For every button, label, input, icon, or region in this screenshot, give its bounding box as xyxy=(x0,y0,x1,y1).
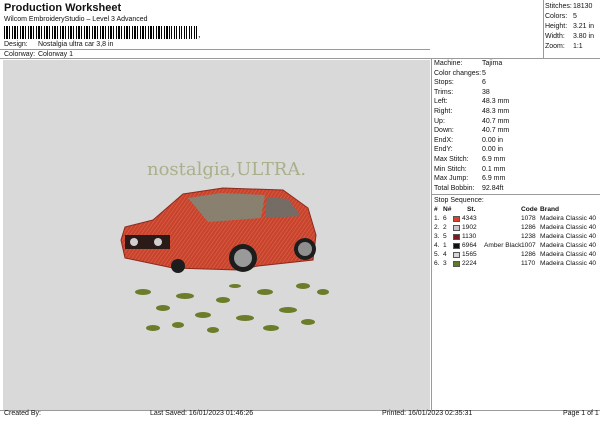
software-subtitle: Wilcom EmbroideryStudio – Level 3 Advanc… xyxy=(4,16,148,23)
machine-specs: Machine: Tajima Color changes:5 Stops: 6 T… xyxy=(434,59,600,193)
spec-row: EndX: 0.00 in xyxy=(434,136,504,144)
design-row: Design: Nostalgia ultra car 3,8 in xyxy=(4,41,113,48)
stop-sequence-header: # N# St. Code Brand xyxy=(434,206,560,213)
spec-row: Machine: Tajima xyxy=(434,60,503,67)
colorway-value: Colorway 1 xyxy=(37,51,73,58)
table-row: 1. 6 4343 1078 Madeira Classic 40 xyxy=(434,215,597,222)
color-swatch xyxy=(453,233,460,240)
table-row: 6. 3 2224 1170 Madeira Classic 40 xyxy=(434,260,597,267)
stat-colors: Colors: 5 xyxy=(545,13,577,20)
car-illustration xyxy=(120,187,317,273)
barcode-suffix: , xyxy=(198,29,201,39)
divider xyxy=(431,58,432,410)
design-preview: nostalgia,ULTRA. xyxy=(3,60,430,410)
colorway-label: Colorway: xyxy=(4,51,36,58)
embroidery-preview-art: nostalgia,ULTRA. xyxy=(120,159,329,333)
spec-row: EndY: 0.00 in xyxy=(434,146,504,154)
spec-row: Right: 48.3 mm xyxy=(434,107,510,115)
stat-height: Height: 3.21 in xyxy=(545,23,594,30)
barcode xyxy=(4,26,170,39)
spec-row: Down: 40.7 mm xyxy=(434,127,510,135)
spec-row: Up: 40.7 mm xyxy=(434,117,510,125)
spec-row: Trims: 38 xyxy=(434,88,490,96)
spec-row: Color changes:5 xyxy=(434,69,486,77)
divider xyxy=(431,194,600,195)
design-value: Nostalgia ultra car 3,8 in xyxy=(37,41,114,48)
worksheet-title: Production Worksheet xyxy=(4,2,122,14)
page-number: Page 1 of 1 xyxy=(563,410,599,417)
stat-zoom: Zoom: 1:1 xyxy=(545,43,583,50)
table-row: 5. 4 1565 1286 Madeira Classic 40 xyxy=(434,251,597,258)
spec-row: Max Stitch: 6.9 mm xyxy=(434,155,506,163)
color-swatch xyxy=(453,215,460,222)
table-row: 3. 5 1130 1238 Madeira Classic 40 xyxy=(434,233,597,240)
divider xyxy=(0,410,600,411)
spec-row: Total Bobbin: 92.84ft xyxy=(434,184,504,192)
last-saved: Last Saved: 16/01/2023 01:46:26 xyxy=(150,410,254,417)
table-row: 2. 2 1902 1286 Madeira Classic 40 xyxy=(434,224,597,231)
color-swatch xyxy=(453,260,460,267)
created-by: Created By: xyxy=(4,410,41,417)
divider xyxy=(0,49,430,50)
color-swatch xyxy=(453,224,460,231)
spec-row: Stops: 6 xyxy=(434,79,486,87)
color-swatch xyxy=(453,251,460,258)
design-label: Design: xyxy=(4,41,28,48)
spec-row: Max Jump: 6.9 mm xyxy=(434,175,506,183)
printed-date: Printed: 16/01/2023 02:35:31 xyxy=(382,410,473,417)
stat-stitches: Stitches: 18130 xyxy=(545,3,593,10)
table-row: 4. 1 6964 Amber Black 1007 Madeira Class… xyxy=(434,242,597,249)
stop-sequence-title: Stop Sequence: xyxy=(434,197,484,204)
logo-text: nostalgia,ULTRA. xyxy=(147,159,306,180)
stat-width: Width: 3.80 in xyxy=(545,33,594,40)
colorway-row: Colorway: Colorway 1 xyxy=(4,51,73,58)
divider xyxy=(543,0,544,58)
color-swatch xyxy=(453,242,460,249)
barcode-tail xyxy=(171,26,197,39)
leaf-scatter xyxy=(135,283,329,333)
design-stats: Stitches: 18130 Colors: 5 Height: 3.21 i… xyxy=(545,2,600,52)
spec-row: Left: 48.3 mm xyxy=(434,98,510,106)
spec-row: Min Stitch: 0.1 mm xyxy=(434,165,506,173)
